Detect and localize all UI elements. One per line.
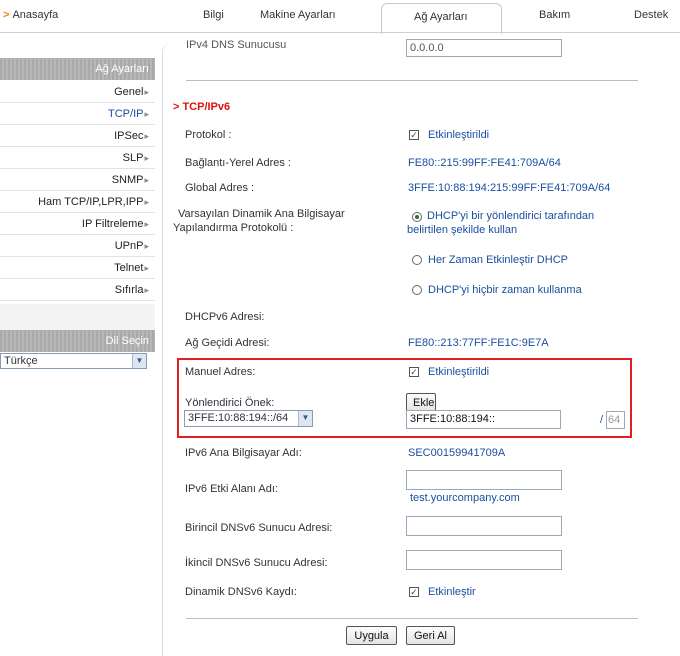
prefix-input[interactable]: 3FFE:10:88:194:: — [406, 410, 561, 429]
link-local-label: Bağlantı-Yerel Adres : — [185, 157, 291, 169]
tab-info[interactable]: Bilgi — [203, 9, 224, 21]
sidebar-item-label: Ham TCP/IP,LPR,IPP — [38, 196, 144, 208]
caret-right-icon: ▸ — [144, 87, 149, 97]
sidebar-item-slp[interactable]: SLP▸ — [0, 147, 155, 169]
prefix-length-input[interactable]: 64 — [606, 411, 625, 429]
router-prefix-select-value: 3FFE:10:88:194::/64 — [188, 412, 289, 424]
nav-home-label: Anasayfa — [12, 9, 59, 21]
sidebar-item-general[interactable]: Genel▸ — [0, 81, 155, 103]
sidebar-item-ip-filter[interactable]: IP Filtreleme▸ — [0, 213, 155, 235]
manual-address-checkbox[interactable]: ✓ — [409, 367, 419, 377]
dns1-label: Birincil DNSv6 Sunucu Adresi: — [185, 522, 333, 534]
section-title: > TCP/IPv6 — [173, 101, 230, 113]
sidebar-item-reset[interactable]: Sıfırla▸ — [0, 279, 155, 301]
protocol-label: Protokol : — [185, 129, 232, 141]
prefix-length-separator: / — [600, 414, 604, 426]
language-header: Dil Seçin — [0, 330, 155, 352]
section-title-text: TCP/IPv6 — [182, 101, 231, 113]
caret-right-icon: ▸ — [144, 131, 149, 141]
caret-right-icon: ▸ — [144, 109, 149, 119]
link-local-value: FE80::215:99FF:FE41:709A/64 — [408, 157, 561, 169]
language-select[interactable]: Türkçe ▼ — [0, 353, 147, 369]
tab-machine-settings[interactable]: Makine Ayarları — [260, 9, 336, 21]
sidebar-item-snmp[interactable]: SNMP▸ — [0, 169, 155, 191]
sidebar-item-label: TCP/IP — [108, 108, 144, 120]
sidebar-item-upnp[interactable]: UPnP▸ — [0, 235, 155, 257]
protocol-checkbox[interactable]: ✓ — [409, 130, 419, 140]
caret-right-icon: ▸ — [144, 175, 149, 185]
apply-button[interactable]: Uygula — [346, 626, 397, 645]
sidebar-header: Ağ Ayarları — [0, 58, 155, 80]
manual-address-label: Manuel Adres: — [185, 366, 256, 378]
dhcp-router-radio[interactable] — [412, 212, 422, 222]
tab-network-settings[interactable]: Ağ Ayarları — [414, 11, 468, 23]
sidebar-item-label: SNMP — [111, 174, 144, 186]
dhcp-never-radio[interactable] — [412, 285, 422, 295]
gateway-label: Ağ Geçidi Adresi: — [185, 337, 270, 349]
sidebar-item-label: UPnP — [114, 240, 144, 252]
manual-address-value: Etkinleştirildi — [428, 366, 490, 378]
global-address-value: 3FFE:10:88:194:215:99FF:FE41:709A/64 — [408, 182, 611, 194]
ddns-value: Etkinleştir — [428, 586, 476, 598]
caret-right-icon: ▸ — [144, 241, 149, 251]
dhcp-option-never: DHCP'yi hiçbir zaman kullanma — [428, 284, 582, 296]
sidebar-item-telnet[interactable]: Telnet▸ — [0, 257, 155, 279]
sidebar-item-label: IP Filtreleme — [81, 218, 144, 230]
sidebar-item-ipsec[interactable]: IPSec▸ — [0, 125, 155, 147]
global-address-label: Global Adres : — [185, 182, 255, 194]
sidebar-item-label: IPSec — [114, 130, 144, 142]
ddns-label: Dinamik DNSv6 Kaydı: — [185, 586, 297, 598]
divider — [186, 618, 638, 619]
caret-right-icon: ▸ — [144, 263, 149, 273]
dhcp-option-router-line2: belirtilen şekilde kullan — [407, 224, 518, 236]
nav-divider — [0, 32, 680, 33]
ddns-checkbox[interactable]: ✓ — [409, 587, 419, 597]
dhcp-label-line2: Yapılandırma Protokolü : — [173, 222, 294, 234]
sidebar-item-label: Genel — [114, 86, 144, 98]
hostname-label: IPv6 Ana Bilgisayar Adı: — [185, 447, 302, 459]
chevron-right-icon: > — [3, 9, 10, 21]
caret-right-icon: ▸ — [144, 197, 149, 207]
dns2-label: İkincil DNSv6 Sunucu Adresi: — [185, 557, 328, 569]
chevron-down-icon[interactable]: ▼ — [298, 411, 312, 426]
chevron-down-icon[interactable]: ▼ — [132, 354, 146, 368]
sidebar-item-label: Sıfırla — [114, 284, 144, 296]
partial-row-label: IPv4 DNS Sunucusu — [186, 39, 287, 51]
dhcp-always-radio[interactable] — [412, 255, 422, 265]
dhcpv6-label: DHCPv6 Adresi: — [185, 311, 265, 323]
router-prefix-select[interactable]: 3FFE:10:88:194::/64 ▼ — [184, 410, 313, 427]
router-prefix-label: Yönlendirici Önek: — [185, 397, 275, 409]
dns1-input[interactable] — [406, 516, 562, 536]
dhcp-option-always: Her Zaman Etkinleştir DHCP — [428, 254, 568, 266]
sidebar-spacer — [0, 304, 155, 332]
dhcp-label-line1: Varsayılan Dinamik Ana Bilgisayar — [178, 208, 345, 220]
caret-right-icon: ▸ — [144, 285, 149, 295]
dns2-input[interactable] — [406, 550, 562, 570]
tab-maintenance[interactable]: Bakım — [539, 9, 570, 21]
top-navigation: > Anasayfa Bilgi Makine Ayarları Ağ Ayarl… — [0, 0, 680, 34]
language-select-value: Türkçe — [4, 355, 38, 367]
domain-label: IPv6 Etki Alanı Adı: — [185, 483, 278, 495]
nav-home-link[interactable]: > Anasayfa — [3, 9, 58, 21]
dhcp-option-router-line1: DHCP'yi bir yönlendirici tarafından — [427, 210, 595, 222]
partial-row-input[interactable]: 0.0.0.0 — [406, 39, 562, 57]
caret-right-icon: ▸ — [144, 219, 149, 229]
caret-right-icon: ▸ — [144, 153, 149, 163]
domain-input[interactable] — [406, 470, 562, 490]
sidebar-item-label: Telnet — [114, 262, 144, 274]
sidebar-item-tcpip[interactable]: TCP/IP▸ — [0, 103, 155, 125]
undo-button[interactable]: Geri Al — [406, 626, 455, 645]
hostname-value: SEC00159941709A — [408, 447, 506, 459]
chevron-right-icon: > — [173, 101, 180, 113]
domain-value: test.yourcompany.com — [410, 492, 520, 504]
protocol-value: Etkinleştirildi — [428, 129, 490, 141]
tab-support[interactable]: Destek — [634, 9, 668, 21]
sidebar-item-label: SLP — [122, 152, 144, 164]
gateway-value: FE80::213:77FF:FE1C:9E7A — [408, 337, 549, 349]
sidebar-item-raw-tcpip[interactable]: Ham TCP/IP,LPR,IPP▸ — [0, 191, 155, 213]
divider — [186, 80, 638, 81]
